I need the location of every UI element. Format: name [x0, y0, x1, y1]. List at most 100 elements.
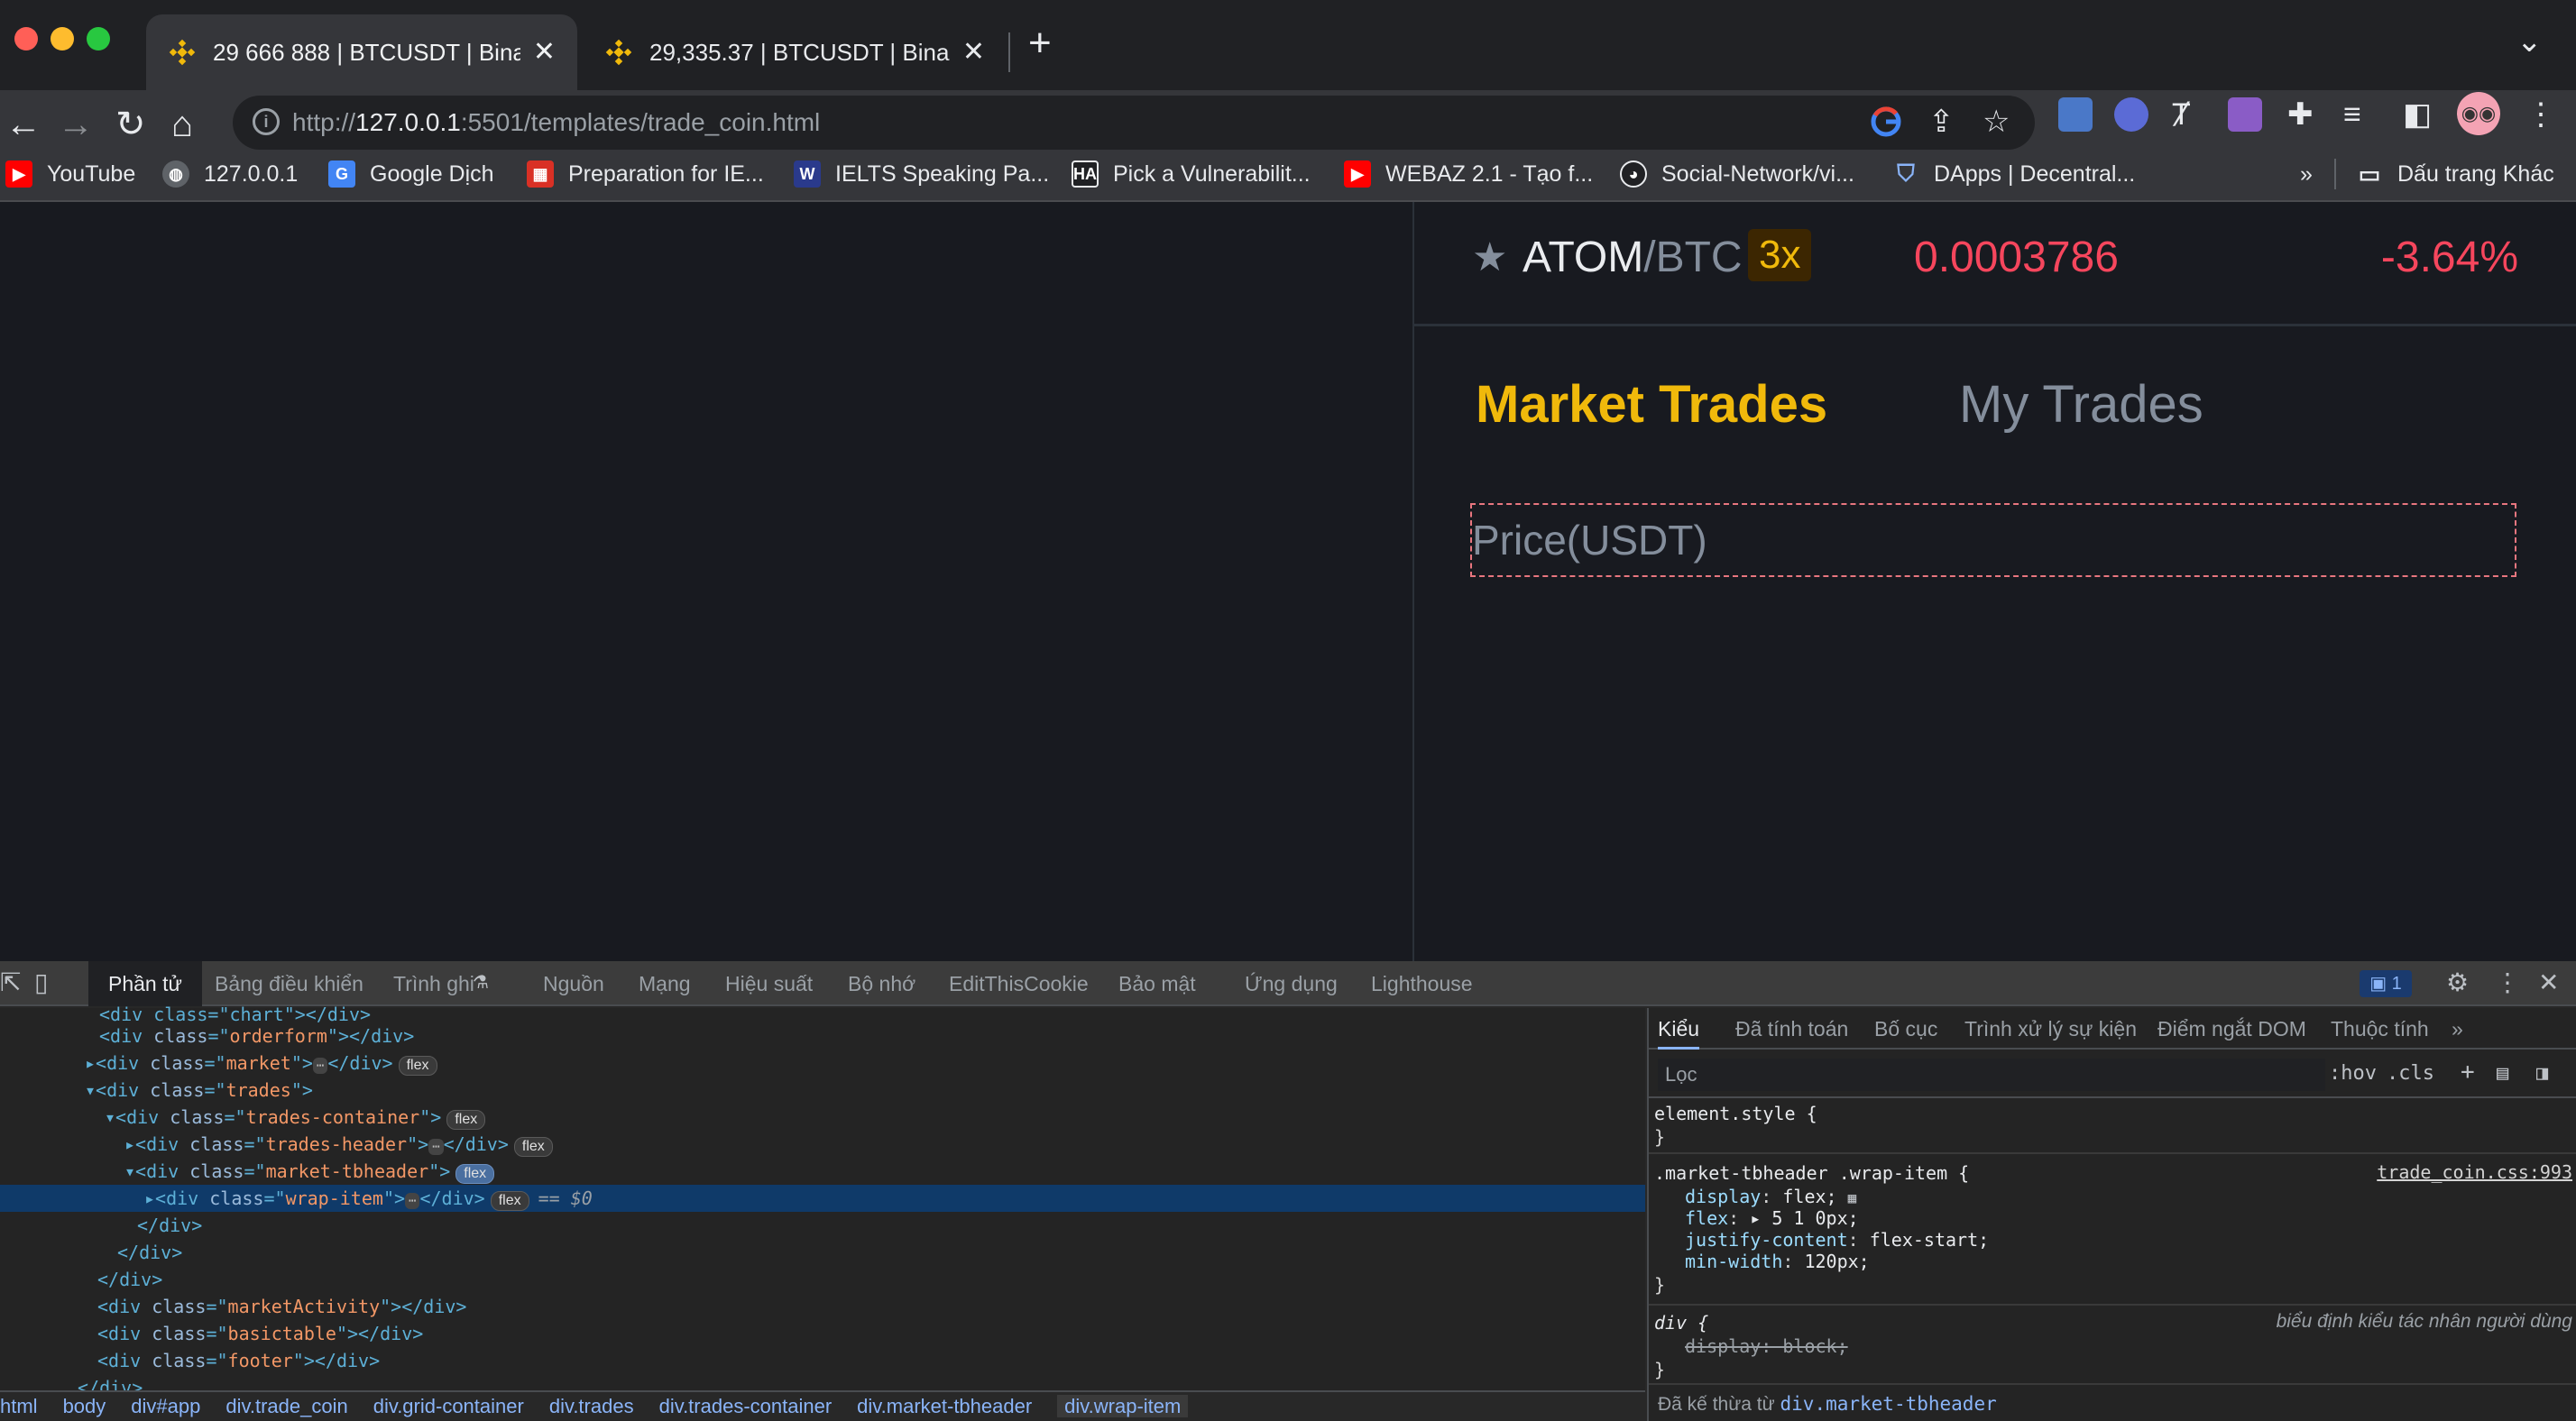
- devtools-tab-editthiscookie[interactable]: EditThisCookie: [949, 961, 1089, 1006]
- paint-icon[interactable]: ▤: [2497, 1062, 2508, 1085]
- device-toolbar-icon[interactable]: ▯: [34, 970, 48, 995]
- bookmark-item[interactable]: W IELTS Speaking Pa...: [794, 148, 1049, 200]
- flexbox-editor-icon[interactable]: ▦: [1848, 1189, 1857, 1206]
- browser-tab-active[interactable]: 29 666 888 | BTCUSDT | Binance ✕: [146, 14, 577, 90]
- close-tab-icon[interactable]: ✕: [962, 39, 985, 66]
- tab-styles[interactable]: Kiểu: [1658, 1008, 1700, 1050]
- tab-properties[interactable]: Thuộc tính: [2331, 1008, 2429, 1050]
- devtools-tab-memory[interactable]: Bộ nhớ: [848, 961, 915, 1006]
- bookmark-item[interactable]: ⛉ DApps | Decentral...: [1892, 148, 2135, 200]
- bookmark-item[interactable]: ◍ 127.0.0.1: [162, 148, 298, 200]
- bookmark-star-icon[interactable]: ☆: [1983, 106, 2010, 137]
- site-info-icon[interactable]: i: [253, 108, 280, 135]
- text-extension-icon[interactable]: Ⱦ: [2172, 99, 2191, 130]
- devtools-tab-lighthouse[interactable]: Lighthouse: [1371, 961, 1473, 1006]
- forward-arrow-icon[interactable]: →: [58, 106, 94, 142]
- dom-node-trades-container[interactable]: ▾<div class="trades-container"> flex: [0, 1104, 1645, 1131]
- bookmark-item[interactable]: HA Pick a Vulnerabilit...: [1072, 148, 1311, 200]
- close-window-button[interactable]: [14, 27, 38, 50]
- breadcrumb-item[interactable]: div.trades-container: [659, 1395, 833, 1417]
- css-declaration[interactable]: min-width: 120px;: [1685, 1250, 1870, 1273]
- devtools-tab-recorder[interactable]: Trình ghi: [393, 961, 474, 1006]
- hov-toggle[interactable]: :hov: [2329, 1062, 2377, 1085]
- puzzle-extensions-icon[interactable]: ✚: [2287, 99, 2314, 130]
- element-style-selector[interactable]: element.style {: [1654, 1103, 1817, 1124]
- close-tab-icon[interactable]: ✕: [533, 39, 556, 66]
- extension-icon[interactable]: [2114, 97, 2148, 132]
- minimize-window-button[interactable]: [51, 27, 74, 50]
- bookmark-item[interactable]: ◕ Social-Network/vi...: [1620, 148, 1854, 200]
- tab-market-trades[interactable]: Market Trades: [1476, 379, 1827, 431]
- back-arrow-icon[interactable]: ←: [5, 106, 41, 142]
- image-extension-icon[interactable]: [2228, 97, 2262, 132]
- google-lens-icon[interactable]: [1871, 106, 1901, 142]
- address-bar[interactable]: i http://127.0.0.1:5501/templates/trade_…: [233, 96, 2035, 150]
- kebab-menu-icon[interactable]: ⋮: [2525, 99, 2556, 130]
- flex-pill[interactable]: flex: [446, 1110, 486, 1130]
- devtools-tab-performance[interactable]: Hiệu suất: [725, 961, 813, 1006]
- dom-node-trades[interactable]: ▾<div class="trades">: [0, 1077, 1645, 1104]
- breadcrumb-item[interactable]: div.trades: [549, 1395, 634, 1417]
- dom-node-market-tbheader[interactable]: ▾<div class="market-tbheader"> flex: [0, 1158, 1645, 1185]
- share-icon[interactable]: ⇪: [1928, 106, 1955, 137]
- tab-event-listeners[interactable]: Trình xử lý sự kiện: [1964, 1008, 2137, 1050]
- devtools-menu-icon[interactable]: ⋮: [2495, 970, 2520, 995]
- devtools-tab-elements[interactable]: Phần tử: [88, 961, 202, 1006]
- settings-gear-icon[interactable]: ⚙: [2446, 970, 2469, 995]
- dom-node-orderform[interactable]: <div class="orderform"></div>: [0, 1022, 1645, 1050]
- css-declaration[interactable]: display: flex; ▦: [1685, 1185, 1856, 1208]
- bookmark-item[interactable]: G Google Dịch: [328, 148, 494, 200]
- cls-toggle[interactable]: .cls: [2387, 1062, 2434, 1085]
- url-text[interactable]: http://127.0.0.1:5501/templates/trade_co…: [292, 108, 820, 137]
- breadcrumb-item[interactable]: div.trade_coin: [225, 1395, 347, 1417]
- css-declaration[interactable]: flex: ▸ 5 1 0px;: [1685, 1206, 1859, 1230]
- dom-node-marketactivity[interactable]: <div class="marketActivity"></div>: [0, 1293, 1645, 1320]
- inspect-element-icon[interactable]: ⇱: [0, 970, 21, 995]
- dom-node-basictable[interactable]: <div class="basictable"></div>: [0, 1320, 1645, 1347]
- devtools-tab-network[interactable]: Mạng: [639, 961, 691, 1006]
- reading-list-icon[interactable]: ≡: [2343, 99, 2361, 130]
- devtools-tab-application[interactable]: Ứng dụng: [1245, 961, 1338, 1006]
- breadcrumb-item[interactable]: body: [63, 1395, 106, 1417]
- css-rule-selector[interactable]: .market-tbheader .wrap-item {: [1654, 1162, 1969, 1184]
- side-panel-icon[interactable]: ◧: [2403, 99, 2432, 130]
- flex-pill[interactable]: flex: [513, 1137, 553, 1157]
- dom-node-trades-header[interactable]: ▸<div class="trades-header"> ⋯ </div> flex: [0, 1131, 1645, 1158]
- tab-search-chevron-icon[interactable]: ⌄: [2516, 23, 2543, 60]
- breadcrumb-item[interactable]: div#app: [131, 1395, 200, 1417]
- devtools-tab-console[interactable]: Bảng điều khiển: [215, 961, 363, 1006]
- dom-node-market[interactable]: ▸<div class="market"> ⋯ </div> flex: [0, 1050, 1645, 1077]
- favorite-star-icon[interactable]: ★: [1472, 238, 1507, 278]
- google-translate-extension-icon[interactable]: [2058, 97, 2093, 132]
- styles-tabs-overflow[interactable]: »: [2452, 1008, 2463, 1050]
- tab-my-trades[interactable]: My Trades: [1959, 379, 2203, 431]
- styles-filter-input[interactable]: [1658, 1059, 2325, 1091]
- sidebar-toggle-icon[interactable]: ◨: [2536, 1062, 2548, 1085]
- reload-icon[interactable]: ↻: [115, 106, 146, 142]
- new-tab-plus-icon[interactable]: +: [1028, 23, 1052, 63]
- devtools-tab-security[interactable]: Bảo mật: [1118, 961, 1196, 1006]
- bookmark-item[interactable]: ▶ WEBAZ 2.1 - Tạo f...: [1344, 148, 1593, 200]
- browser-tab[interactable]: 29,335.37 | BTCUSDT | Binance ✕: [583, 14, 1007, 90]
- new-rule-plus-icon[interactable]: +: [2461, 1059, 2475, 1086]
- inherited-from-link[interactable]: div.market-tbheader: [1780, 1393, 1997, 1415]
- flex-pill[interactable]: flex: [490, 1191, 529, 1211]
- other-bookmarks-folder[interactable]: ▭ Dấu trang Khác: [2356, 148, 2554, 200]
- tab-computed[interactable]: Đã tính toán: [1735, 1008, 1848, 1050]
- breadcrumb-item[interactable]: div.market-tbheader: [857, 1395, 1032, 1417]
- breadcrumb-item-current[interactable]: div.wrap-item: [1057, 1395, 1189, 1417]
- home-icon[interactable]: ⌂: [171, 106, 193, 142]
- dom-node-footer[interactable]: <div class="footer"></div>: [0, 1347, 1645, 1374]
- issues-badge[interactable]: ▣ 1: [2360, 970, 2412, 997]
- bookmark-item[interactable]: ▶ YouTube: [5, 148, 135, 200]
- flex-pill[interactable]: flex: [455, 1164, 495, 1184]
- flex-pill[interactable]: flex: [398, 1056, 437, 1076]
- tab-layout[interactable]: Bố cục: [1874, 1008, 1937, 1050]
- breadcrumb-item[interactable]: div.grid-container: [373, 1395, 524, 1417]
- close-devtools-icon[interactable]: ✕: [2538, 970, 2559, 995]
- css-declaration[interactable]: justify-content: flex-start;: [1685, 1228, 1989, 1251]
- zoom-window-button[interactable]: [87, 27, 110, 50]
- dom-node-wrap-item[interactable]: ▸<div class="wrap-item"> ⋯ </div> flex == $0: [0, 1185, 1645, 1212]
- market-pair-row[interactable]: ★ ATOM/BTC 3x 0.0003786 -3.64%: [1414, 202, 2576, 326]
- tab-dom-breakpoints[interactable]: Điểm ngắt DOM: [2157, 1008, 2306, 1050]
